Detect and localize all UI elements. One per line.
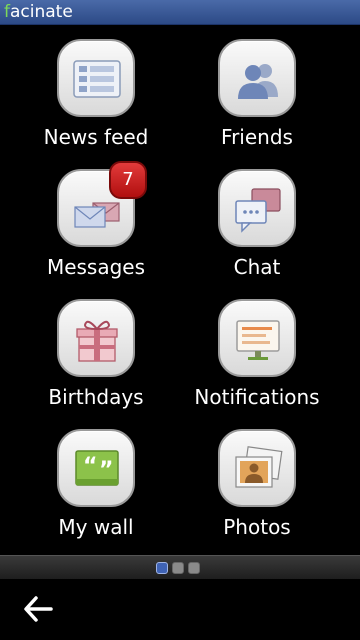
tile-friends[interactable]: Friends [182,25,332,155]
tile-news-feed[interactable]: News feed [21,25,171,155]
tile-label: Photos [223,515,291,539]
wall-icon: “ ” [75,450,119,486]
svg-text:“: “ [83,454,97,479]
tile-messages[interactable]: 7 Messages [21,155,171,285]
back-arrow-icon[interactable] [22,595,54,623]
friends-button[interactable] [218,39,296,117]
news-feed-button[interactable] [57,39,135,117]
notifications-button[interactable] [218,299,296,377]
app-title: facinate [4,2,73,22]
tile-label: News feed [43,125,149,149]
page-dot-1[interactable] [156,562,168,574]
bottom-bar [0,579,360,640]
tile-birthdays[interactable]: Birthdays [21,285,171,415]
tile-label: Friends [221,125,293,149]
tile-label: Messages [46,255,146,279]
tile-my-wall[interactable]: “ ” My wall [21,415,171,545]
birthdays-button[interactable] [57,299,135,377]
tile-notifications[interactable]: Notifications [182,285,332,415]
news-feed-icon [73,60,121,98]
svg-text:”: ” [99,458,113,483]
gift-icon [76,320,118,362]
tile-chat[interactable]: Chat [182,155,332,285]
tile-photos[interactable]: Photos [182,415,332,545]
photos-button[interactable] [218,429,296,507]
tile-label: Notifications [194,385,320,409]
page-dot-2[interactable] [172,562,184,574]
app-title-rest: acinate [10,2,73,22]
title-bar: facinate [0,0,360,25]
chat-button[interactable] [218,169,296,247]
tile-label: Birthdays [48,385,144,409]
friends-icon [238,64,278,99]
tile-label: Chat [233,255,281,279]
tile-label: My wall [58,515,134,539]
chat-icon [235,188,281,233]
photos-icon [235,446,283,488]
notifications-icon [236,320,280,360]
unread-badge: 7 [109,161,147,199]
page-dot-3[interactable] [188,562,200,574]
my-wall-button[interactable]: “ ” [57,429,135,507]
page-indicator [0,555,360,579]
menu-grid: News feed Friends 7 Messages Chat Birthd… [0,25,360,555]
